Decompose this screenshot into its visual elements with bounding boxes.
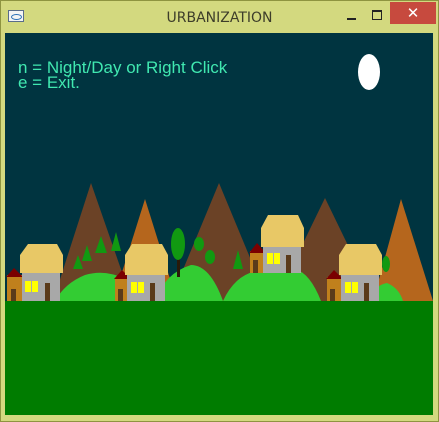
minimize-icon	[347, 18, 356, 20]
tree	[111, 232, 121, 251]
tree	[194, 237, 204, 251]
tree	[382, 256, 390, 272]
maximize-icon	[372, 10, 382, 20]
game-canvas[interactable]: n = Night/Day or Right Click e = Exit.	[5, 33, 433, 415]
minimize-button[interactable]	[337, 7, 365, 27]
instruction-exit: e = Exit.	[18, 73, 80, 92]
moon	[358, 54, 380, 90]
maximize-button[interactable]	[363, 7, 391, 27]
close-icon: ✕	[406, 4, 420, 22]
house	[249, 215, 304, 273]
app-window: URBANIZATION ✕ n = Night/Day or Right Cl…	[0, 0, 439, 422]
house	[114, 244, 168, 301]
ground	[5, 301, 433, 415]
tree	[205, 250, 215, 264]
close-button[interactable]: ✕	[390, 2, 436, 24]
title-bar[interactable]: URBANIZATION ✕	[1, 1, 438, 32]
house	[6, 244, 63, 301]
tree	[171, 228, 185, 260]
